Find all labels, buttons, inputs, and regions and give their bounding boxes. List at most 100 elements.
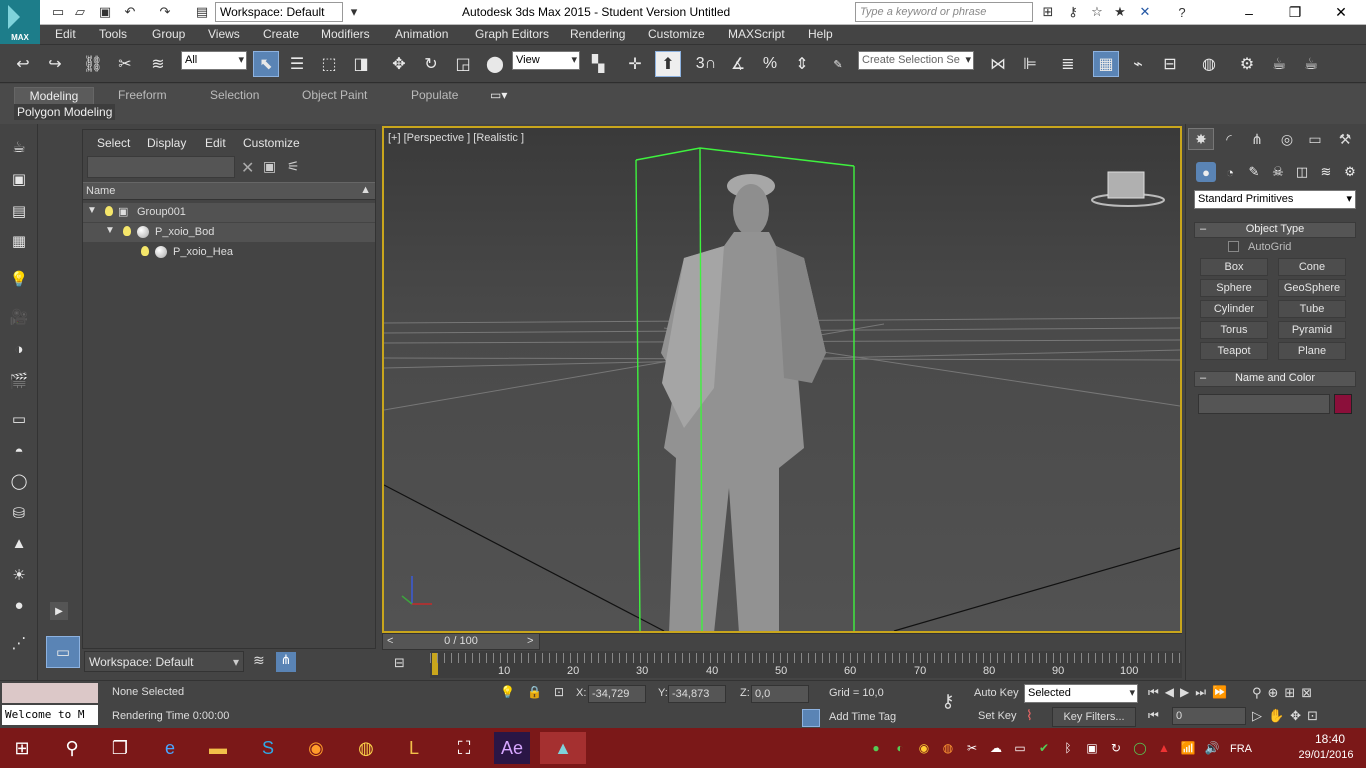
windows-start-icon[interactable]: ⊞: [4, 732, 40, 764]
tray-chat-icon[interactable]: ◐: [892, 740, 908, 756]
set-key-button[interactable]: Set Key: [974, 707, 1021, 727]
network-icon[interactable]: 📶: [1180, 740, 1196, 756]
chrome-icon[interactable]: ◍: [348, 732, 384, 764]
x-coordinate-field[interactable]: -34,729: [588, 685, 646, 703]
selection-filter-dropdown[interactable]: All: [181, 51, 247, 70]
open-file-icon[interactable]: ▱: [70, 3, 90, 21]
light-icon[interactable]: 💡: [6, 266, 32, 292]
explorer-tab-customize[interactable]: Customize: [243, 136, 300, 150]
antivirus-icon[interactable]: ▲: [1156, 740, 1172, 756]
filter-icon[interactable]: ⚟: [287, 158, 300, 175]
percent-snap-icon[interactable]: %: [757, 51, 783, 77]
help-icon[interactable]: ?: [1172, 3, 1192, 21]
select-manipulate-icon[interactable]: ✛: [622, 51, 648, 77]
star-icon[interactable]: ☆: [1087, 3, 1107, 21]
tube-button[interactable]: Tube: [1278, 300, 1346, 318]
tray-check-icon[interactable]: ✔: [1036, 740, 1052, 756]
menu-group[interactable]: Group: [152, 27, 185, 41]
box-icon[interactable]: ▭: [6, 406, 32, 432]
set-key-icon[interactable]: ⚷: [930, 691, 966, 719]
menu-graph-editors[interactable]: Graph Editors: [475, 27, 549, 41]
current-frame-field[interactable]: 0: [1172, 707, 1246, 725]
keyboard-shortcut-override-icon[interactable]: ⬆: [655, 51, 681, 77]
tree-row[interactable]: ▼ P_xoio_Bod: [83, 223, 375, 242]
cone-icon[interactable]: ▲: [6, 530, 32, 556]
after-effects-icon[interactable]: Ae: [494, 732, 530, 764]
utilities-tab-icon[interactable]: ⚒: [1332, 128, 1358, 150]
mirror-icon[interactable]: ⋈: [985, 51, 1011, 77]
tray-tool-icon[interactable]: ✂: [964, 740, 980, 756]
lights-icon[interactable]: ✎: [1244, 162, 1264, 182]
geometry-icon[interactable]: ●: [1196, 162, 1216, 182]
menu-tools[interactable]: Tools: [99, 27, 127, 41]
table-icon[interactable]: ▦: [6, 228, 32, 254]
lock-selection-icon[interactable]: 🔒: [527, 685, 542, 699]
sphere-button[interactable]: Sphere: [1200, 279, 1268, 297]
systems-icon[interactable]: ⚙: [1340, 162, 1360, 182]
circle-icon[interactable]: ◯: [6, 468, 32, 494]
redo-icon[interactable]: ↷: [155, 3, 175, 21]
ribbon-tab-populate[interactable]: Populate: [411, 87, 458, 105]
modify-tab-icon[interactable]: ◜: [1216, 128, 1242, 150]
league-icon[interactable]: L: [396, 732, 432, 764]
track-bar[interactable]: 10 20 30 40 50 60 70 80 90 100: [430, 651, 1182, 678]
search-input[interactable]: Type a keyword or phrase: [855, 2, 1033, 22]
task-view-icon[interactable]: ❐: [102, 732, 138, 764]
reference-coordinate-dropdown[interactable]: View: [512, 51, 580, 70]
exchange-icon[interactable]: ✕: [1135, 3, 1155, 21]
app-logo[interactable]: MAX: [0, 0, 40, 44]
menu-views[interactable]: Views: [208, 27, 240, 41]
menu-create[interactable]: Create: [263, 27, 299, 41]
rollout-object-type[interactable]: – Object Type: [1194, 222, 1356, 238]
volume-icon[interactable]: 🔊: [1204, 740, 1220, 756]
render-icon[interactable]: ◑: [6, 336, 32, 362]
tray-bulb-icon[interactable]: ◉: [916, 740, 932, 756]
new-file-icon[interactable]: ▭: [48, 3, 68, 21]
cone-button[interactable]: Cone: [1278, 258, 1346, 276]
hierarchy-icon[interactable]: ⋔: [276, 652, 296, 672]
cloud-icon[interactable]: ☁: [988, 740, 1004, 756]
explorer-search-input[interactable]: [87, 156, 235, 178]
named-selection-set-dropdown[interactable]: Create Selection Se: [858, 51, 974, 70]
clock-date[interactable]: 29/01/2016: [1290, 749, 1362, 761]
undo-icon[interactable]: ↩: [10, 51, 36, 77]
tree-row[interactable]: ▼ ▣ Group001: [83, 203, 375, 222]
auto-key-button[interactable]: Auto Key: [970, 684, 1023, 704]
layer-manager-icon[interactable]: ≣: [1055, 51, 1081, 77]
tray-status-icon[interactable]: ◯: [1132, 740, 1148, 756]
geosphere-button[interactable]: GeoSphere: [1278, 279, 1346, 297]
autogrid-checkbox[interactable]: [1228, 241, 1239, 252]
redo-icon[interactable]: ↪: [42, 51, 68, 77]
key-filters-button[interactable]: Key Filters...: [1052, 707, 1136, 727]
schematic-view-icon[interactable]: ⊟: [1157, 51, 1183, 77]
place-icon[interactable]: ⬤: [482, 51, 508, 77]
motion-tab-icon[interactable]: ◎: [1274, 128, 1300, 150]
explorer-tab-display[interactable]: Display: [147, 136, 186, 150]
space-warps-icon[interactable]: ≋: [1316, 162, 1336, 182]
snaps-toggle-icon[interactable]: 3 ∩: [693, 51, 719, 77]
bluetooth-icon[interactable]: ᛒ: [1060, 740, 1076, 756]
angle-snap-icon[interactable]: ∡: [725, 51, 751, 77]
video-camera-icon[interactable]: 🎬: [6, 368, 32, 394]
camera-icon[interactable]: 🎥: [6, 304, 32, 330]
tray-display-icon[interactable]: ▣: [1084, 740, 1100, 756]
rotate-icon[interactable]: ↻: [418, 51, 444, 77]
key-tangent-icon[interactable]: ⌇: [1026, 707, 1046, 725]
favorites-icon[interactable]: ★: [1110, 3, 1130, 21]
3dsmax-taskbar-icon[interactable]: ▲: [540, 732, 586, 764]
light-bulb-icon[interactable]: [123, 226, 131, 236]
display-tab-icon[interactable]: ▭: [1302, 128, 1328, 150]
object-name-input[interactable]: [1198, 394, 1330, 414]
restore-icon[interactable]: ❐: [1272, 0, 1318, 25]
list-icon[interactable]: ▤: [6, 198, 32, 224]
ribbon-tab-freeform[interactable]: Freeform: [118, 87, 167, 105]
material-editor-icon[interactable]: ◍: [1196, 51, 1222, 77]
ribbon-tab-object-paint[interactable]: Object Paint: [302, 87, 367, 105]
explorer-tab-select[interactable]: Select: [97, 136, 130, 150]
absolute-mode-icon[interactable]: ⊡: [554, 685, 564, 699]
time-slider-track[interactable]: [540, 633, 1182, 650]
layers-icon[interactable]: ≋: [253, 652, 273, 672]
light-bulb-icon[interactable]: [141, 246, 149, 256]
tray-app-icon[interactable]: ●: [868, 740, 884, 756]
pivot-center-icon[interactable]: ▚: [585, 51, 611, 77]
